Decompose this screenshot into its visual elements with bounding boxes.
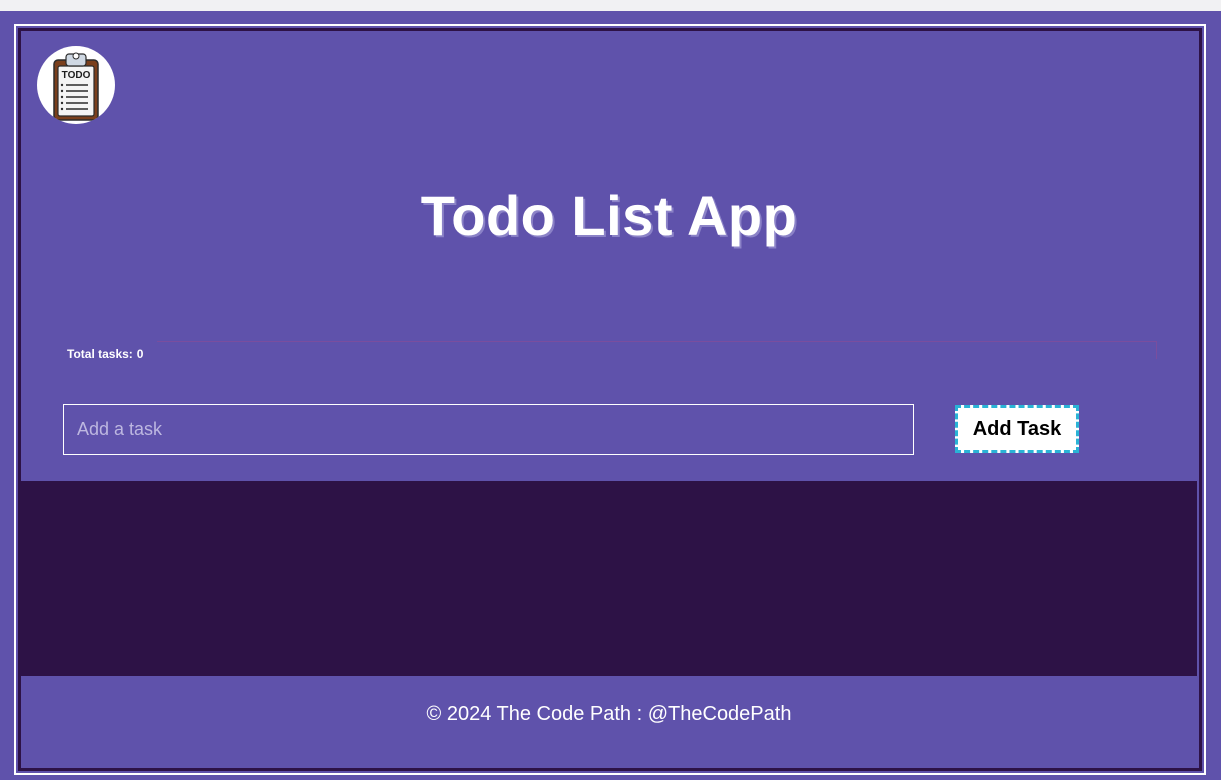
task-count: Total tasks: 0 — [67, 347, 143, 361]
footer: © 2024 The Code Path : @TheCodePath — [21, 676, 1197, 753]
page-title: Todo List App — [420, 184, 798, 247]
task-count-divider — [157, 341, 1157, 342]
add-task-input[interactable] — [63, 404, 914, 455]
clipboard-todo-icon: TODO — [37, 46, 115, 124]
logo-text: TODO — [62, 70, 91, 81]
task-count-value: 0 — [136, 347, 144, 361]
task-count-label: Total tasks: — [67, 347, 133, 361]
app-frame: TODO Todo List App Total tasks: 0 Add a … — [0, 11, 1221, 780]
app-header: TODO Todo List App Total tasks: 0 Add a … — [21, 31, 1197, 481]
task-count-divider-end — [1156, 341, 1157, 359]
footer-text: © 2024 The Code Path : @TheCodePath — [426, 703, 792, 725]
add-task-button[interactable]: Add Task — [955, 405, 1079, 453]
task-list — [21, 481, 1197, 676]
